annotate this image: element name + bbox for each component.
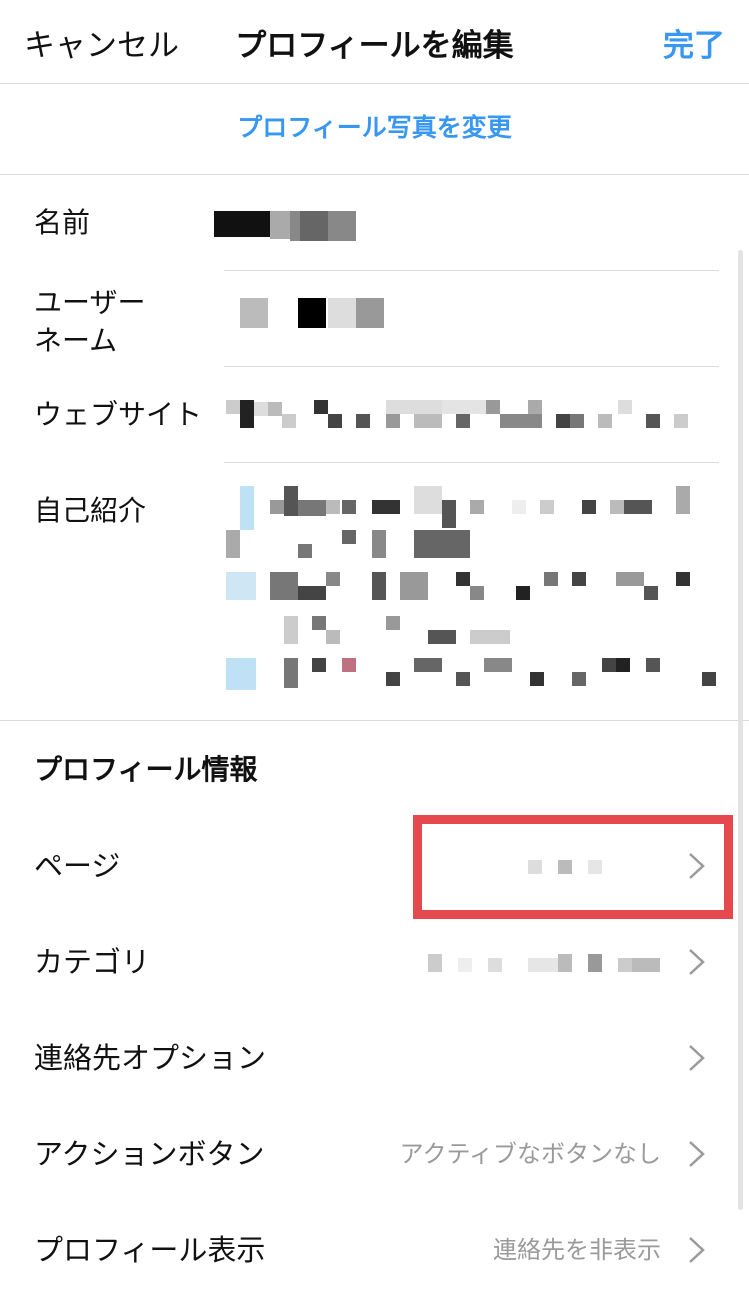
bio-input[interactable] xyxy=(226,486,720,690)
chevron-right-icon xyxy=(689,1141,705,1167)
name-input[interactable] xyxy=(214,207,364,243)
row-label: 連絡先オプション xyxy=(34,1041,267,1075)
chevron-right-icon xyxy=(689,1237,705,1263)
row-contact-options[interactable]: 連絡先オプション xyxy=(0,1010,749,1106)
bio-label: 自己紹介 xyxy=(34,494,147,527)
highlight-box xyxy=(413,815,733,919)
row-label: ページ xyxy=(34,849,121,883)
name-label: 名前 xyxy=(34,206,91,239)
row-value: 連絡先を非表示 xyxy=(493,1236,661,1264)
username-label-line2: ネーム xyxy=(34,324,118,357)
field-divider xyxy=(224,366,719,367)
website-input[interactable] xyxy=(226,398,696,432)
category-value xyxy=(428,954,668,972)
chevron-right-icon xyxy=(689,1045,705,1071)
field-divider xyxy=(224,270,719,271)
row-category[interactable]: カテゴリ xyxy=(0,914,749,1010)
section-divider xyxy=(0,720,749,721)
row-action-button[interactable]: アクションボタン アクティブなボタンなし xyxy=(0,1106,749,1202)
page-title: プロフィールを編集 xyxy=(235,28,514,64)
profile-info-section-title: プロフィール情報 xyxy=(34,753,258,786)
chevron-right-icon xyxy=(689,949,705,975)
nav-bar: キャンセル プロフィールを編集 完了 xyxy=(0,0,749,84)
row-label: アクションボタン xyxy=(34,1137,265,1171)
done-button[interactable]: 完了 xyxy=(663,20,725,65)
row-value: アクティブなボタンなし xyxy=(399,1140,661,1168)
username-input[interactable] xyxy=(240,298,390,330)
row-label: カテゴリ xyxy=(34,945,151,979)
username-label-line1: ユーザー xyxy=(34,286,146,319)
change-profile-photo-button[interactable]: プロフィール写真を変更 xyxy=(0,84,749,175)
website-label: ウェブサイト xyxy=(34,398,203,431)
field-divider xyxy=(224,462,719,463)
row-profile-display[interactable]: プロフィール表示 連絡先を非表示 xyxy=(0,1202,749,1298)
row-label: プロフィール表示 xyxy=(34,1233,266,1267)
